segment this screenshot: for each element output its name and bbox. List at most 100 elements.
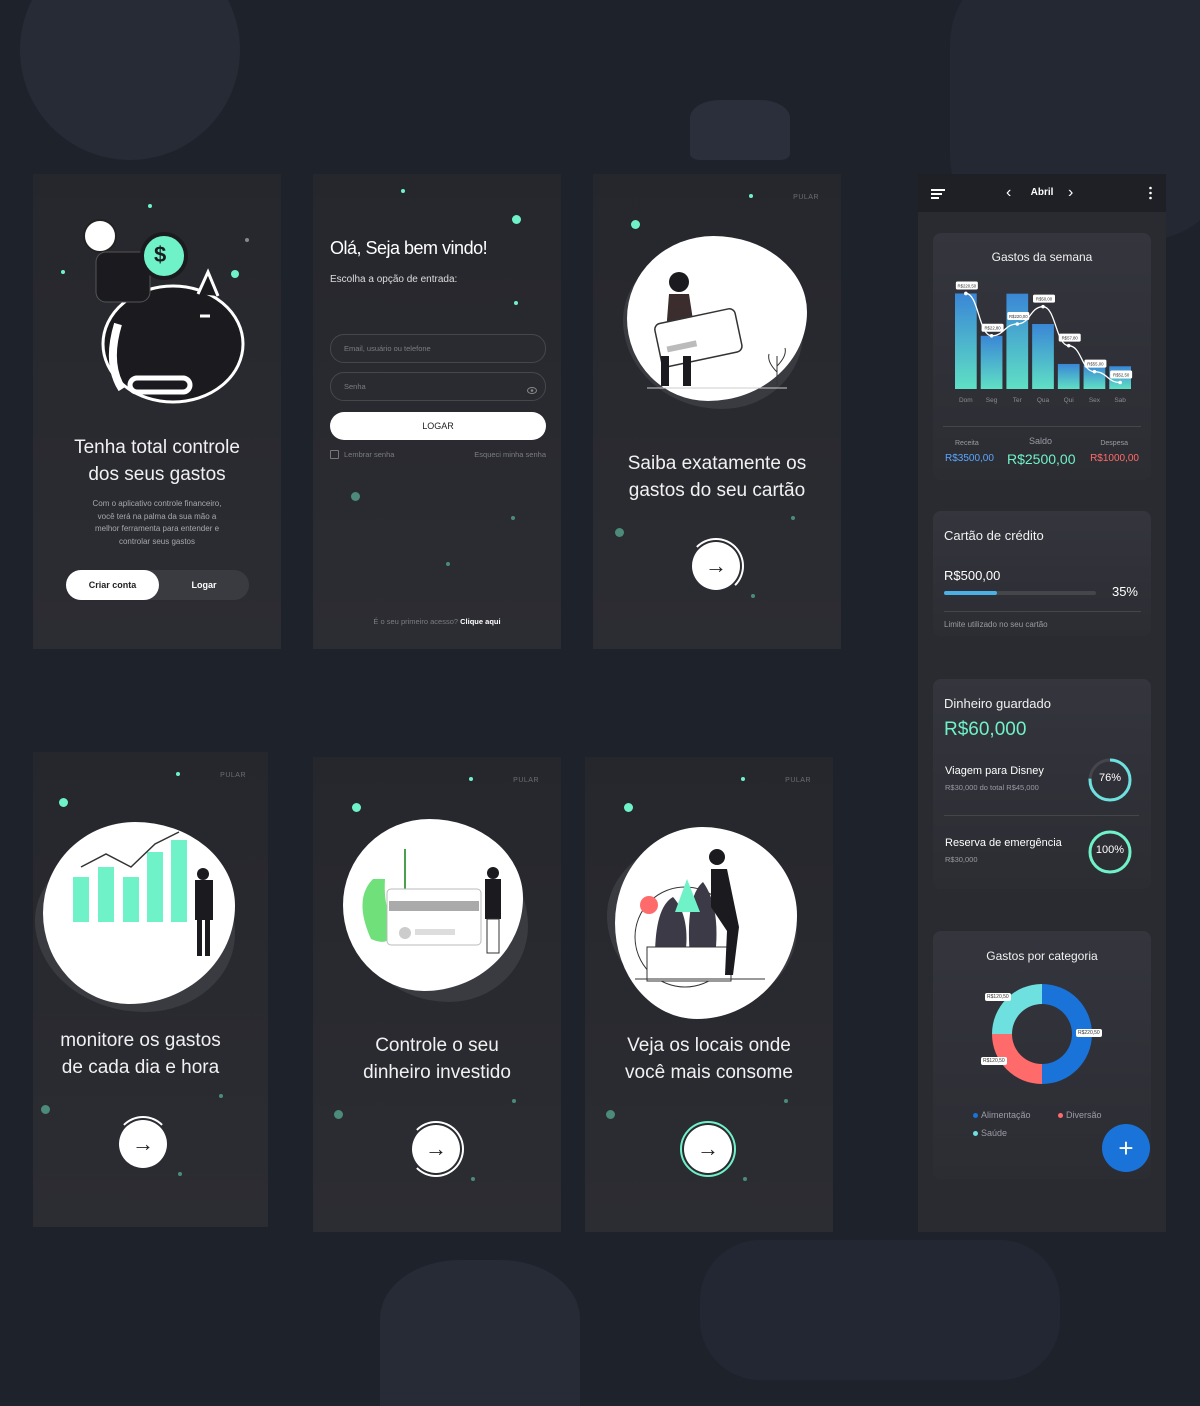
decor-dot (219, 1094, 223, 1098)
donut-slice (992, 984, 1042, 1034)
create-account-button[interactable]: Criar conta (66, 570, 159, 600)
login-button[interactable]: LOGAR (330, 412, 546, 440)
chart-bar (1032, 324, 1054, 389)
next-button[interactable]: → (119, 1120, 167, 1168)
chart-value-text: R$52,50 (1113, 372, 1130, 377)
login-toggle-button[interactable]: Logar (159, 570, 249, 600)
skip-button[interactable]: PULAR (785, 777, 811, 784)
credit-card-illustration (627, 236, 807, 401)
decor-dot (624, 803, 633, 812)
donut-value-label: R$120,50 (985, 993, 1011, 1001)
chart-point (964, 291, 968, 296)
weekday-label: Dom (958, 397, 973, 404)
title-line: monitore os gastos (60, 1030, 221, 1051)
chart-point (1066, 343, 1071, 348)
top-bar: ‹ Abril › (918, 174, 1166, 212)
expense-value: R$1000,00 (1090, 453, 1139, 464)
chevron-right-icon[interactable]: › (1068, 184, 1073, 202)
chart-point (1118, 380, 1122, 385)
decor-dot (743, 1177, 747, 1181)
decor-dot (176, 772, 180, 776)
chart-bar (980, 335, 1003, 389)
arrow-right-icon: → (697, 1136, 719, 1161)
next-button[interactable]: → (692, 542, 740, 590)
remember-checkbox[interactable] (330, 450, 339, 459)
card-title: Dinheiro guardado (944, 696, 1051, 711)
legend-label: Alimentação (981, 1110, 1031, 1120)
title-line: você mais consome (625, 1062, 793, 1083)
decor-dot (61, 270, 65, 274)
chart-value-text: R$55,00 (1087, 361, 1104, 366)
add-button[interactable]: + (1102, 1124, 1150, 1172)
investment-illustration (343, 819, 523, 991)
sign-up-link[interactable]: Clique aqui (460, 617, 500, 626)
decor-dot (514, 301, 518, 305)
credit-card-card: Cartão de crédito R$500,00 35% Limite ut… (933, 511, 1151, 636)
skip-button[interactable]: PULAR (793, 194, 819, 201)
description-line: melhor ferramenta para entender e (94, 524, 220, 533)
chart-point (1015, 322, 1020, 326)
legend-dot (973, 1131, 978, 1136)
chart-point (1092, 369, 1097, 374)
auth-toggle: Criar conta Logar (66, 570, 249, 600)
onboarding-invest-screen: PULAR Controle o seu dinheiro investido … (313, 757, 561, 1232)
credit-progress-fill (944, 591, 998, 595)
decor-dot (59, 798, 68, 807)
chart-bar (1083, 365, 1106, 389)
arrow-right-icon: → (425, 1136, 447, 1161)
goal-detail: R$30,000 (945, 855, 978, 864)
next-button[interactable]: → (412, 1125, 460, 1173)
decor-dot (512, 1099, 516, 1103)
decor-dot (615, 528, 624, 537)
welcome-description: Com o aplicativo controle financeiro, vo… (53, 498, 261, 548)
balance-label: Saldo (1029, 436, 1053, 446)
weekly-spending-card: Gastos da semana R$220,50 R$22,80 R$220,00… (933, 233, 1151, 480)
decor-dot (352, 803, 361, 812)
title-line: dinheiro investido (363, 1062, 511, 1083)
savings-card: Dinheiro guardado R$60,000 Viagem para D… (933, 679, 1151, 889)
forgot-password-link[interactable]: Esqueci minha senha (474, 450, 546, 459)
decor-dot (741, 777, 745, 781)
description-line: controlar seus gastos (118, 536, 196, 546)
legend-dot (973, 1113, 978, 1118)
decor-dot (469, 777, 473, 781)
background-shape (380, 1260, 580, 1406)
onboarding-locations-screen: PULAR Veja os locais onde você mais cons… (585, 757, 833, 1232)
chart-bar (1057, 363, 1080, 389)
password-placeholder: Senha (344, 382, 366, 391)
decor-dot (471, 1177, 475, 1181)
more-vertical-icon[interactable] (1149, 186, 1152, 200)
chart-value-text: R$220,00 (1009, 314, 1028, 319)
title-line: dos seus gastos (88, 464, 226, 485)
chart-value-label: R$50,00 (1033, 294, 1055, 303)
chart-bar (955, 293, 977, 389)
greeting-title: Olá, Seja bem vindo! (330, 238, 488, 258)
email-field[interactable]: Email, usuário ou telefone (330, 334, 546, 363)
income-value: R$3500,00 (945, 453, 994, 464)
decor-dot (511, 516, 515, 520)
chart-value-label: R$57,80 (1058, 333, 1081, 342)
weekday-label: Qui (1063, 397, 1074, 404)
goal-item[interactable]: Reserva de emergência R$30,000 100% (945, 830, 1135, 883)
title-line: Controle o seu (375, 1035, 499, 1056)
skip-button[interactable]: PULAR (220, 772, 246, 779)
email-placeholder: Email, usuário ou telefone (344, 344, 431, 353)
next-button[interactable]: → (684, 1125, 732, 1173)
goal-item[interactable]: Viagem para Disney R$30,000 do total R$4… (945, 758, 1135, 811)
decor-dot (791, 516, 795, 520)
title-line: de cada dia e hora (61, 1057, 220, 1078)
goal-detail: R$30,000 do total R$45,000 (945, 783, 1039, 792)
card-title: Gastos por categoria (986, 949, 1098, 963)
credit-percent: 35% (1111, 584, 1138, 599)
chart-value-label: R$220,00 (1007, 312, 1030, 320)
skip-button[interactable]: PULAR (513, 777, 539, 784)
onboarding-card-screen: PULAR Saiba exatamente os gastos do seu … (593, 174, 841, 649)
weekday-labels: Dom Seg Ter Qua Qui Sex Sab (953, 397, 1133, 407)
dollar-icon: $ (154, 242, 167, 267)
title-line: Saiba exatamente os (627, 453, 807, 474)
goal-name: Viagem para Disney (945, 765, 1044, 777)
password-field[interactable]: Senha (330, 372, 546, 401)
eye-icon[interactable] (527, 382, 537, 394)
onboarding-title: Saiba exatamente os gastos do seu cartão (593, 450, 841, 504)
legend-item-fun: Diversão (1058, 1110, 1102, 1120)
